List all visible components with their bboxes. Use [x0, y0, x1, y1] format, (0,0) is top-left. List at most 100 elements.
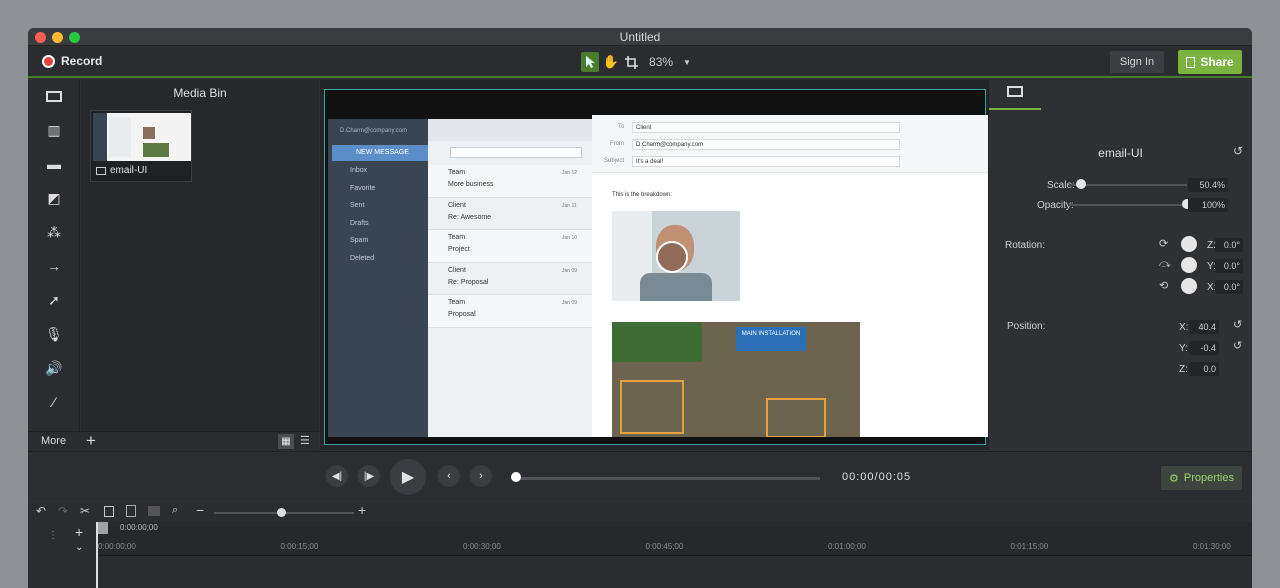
rotation-x-value[interactable]: 0.0° — [1215, 280, 1243, 294]
zoom-icon[interactable]: ⌕ — [172, 504, 178, 517]
rotate-z-icon: ⟳ — [1159, 238, 1169, 250]
visual-properties-tab[interactable] — [1007, 86, 1023, 97]
zoom-in-icon[interactable]: + — [358, 502, 366, 518]
audio-effects-tab[interactable]: 🔊 — [44, 358, 64, 378]
message-row[interactable]: Client Re: Awesome Jan 11 — [428, 197, 592, 230]
opacity-slider[interactable] — [1069, 204, 1187, 206]
microphone-icon: 🎙 — [45, 325, 63, 342]
share-button[interactable]: Share — [1178, 50, 1242, 74]
message-row[interactable]: Team Project Jan 10 — [428, 230, 592, 263]
transition-icon: ◩ — [47, 189, 61, 206]
cursor-effects-tab[interactable]: ➚ — [44, 290, 64, 310]
position-y-value[interactable]: -0.4 — [1189, 341, 1219, 355]
gear-icon: ⚙ — [1168, 472, 1179, 485]
rotation-z-dial[interactable] — [1181, 236, 1197, 252]
position-x-reset-icon[interactable]: ↺ — [1233, 318, 1242, 331]
zoom-out-icon[interactable]: − — [196, 502, 204, 518]
timeline-zoom-handle[interactable] — [277, 508, 286, 517]
rotation-x-dial[interactable] — [1181, 278, 1197, 294]
new-message-button[interactable]: NEW MESSAGE — [332, 145, 428, 161]
timeline-ruler[interactable]: 0:00:00;00 0:00:15;00 0:00:30;00 0:00:45;00… — [96, 522, 1252, 556]
arrow-cursor-icon — [586, 56, 595, 68]
grid-view-icon[interactable]: ▦ — [278, 434, 294, 449]
chevron-right-icon: › — [479, 470, 483, 482]
message-subject: More business — [448, 181, 494, 188]
add-icon[interactable]: + — [86, 431, 96, 451]
track-options-icon[interactable]: ⋮ — [48, 530, 58, 541]
message-date: Jan 10 — [562, 235, 578, 241]
split-icon[interactable] — [148, 506, 160, 516]
voice-narration-tab[interactable]: 🎙 — [44, 324, 64, 344]
scrub-bar[interactable] — [514, 477, 820, 480]
folder-item[interactable]: Deleted — [338, 255, 375, 273]
preview-stage[interactable]: D.Charm@company.com NEW MESSAGE Inbox Fav… — [324, 89, 992, 445]
scale-slider[interactable] — [1069, 184, 1187, 186]
library-tab[interactable]: ▥ — [44, 120, 64, 140]
timeline[interactable]: ⋮ + ⌄ 0:00:00;00 0:00:15;00 0:00:30;00 0:00… — [28, 522, 1252, 588]
animations-tab[interactable]: → — [44, 256, 64, 276]
subject-field[interactable]: It's a deal! — [632, 156, 900, 167]
position-x-value[interactable]: 40.4 — [1189, 320, 1219, 334]
select-tool-button[interactable] — [581, 52, 599, 72]
step-forward-button[interactable]: |▶ — [358, 465, 380, 487]
record-button[interactable]: Record — [42, 54, 102, 68]
copy-icon[interactable] — [104, 506, 114, 517]
more-button[interactable]: More — [41, 435, 66, 447]
redo-icon[interactable]: ↷ — [58, 504, 68, 518]
add-track-icon[interactable]: + — [75, 524, 83, 540]
media-item-label: email-UI — [110, 165, 148, 176]
message-row[interactable]: Client Re: Proposal Jan 09 — [428, 262, 592, 295]
to-field[interactable]: Client — [632, 122, 900, 133]
folder-item[interactable]: Spam — [338, 237, 375, 255]
list-view-icon[interactable]: ☰ — [300, 434, 310, 447]
paste-icon[interactable] — [126, 505, 136, 517]
rotation-y-value[interactable]: 0.0° — [1215, 259, 1243, 273]
rotation-z-value[interactable]: 0.0° — [1215, 238, 1243, 252]
properties-button[interactable]: ⚙ Properties — [1161, 466, 1242, 490]
crop-tool-button[interactable] — [622, 52, 640, 72]
folder-item[interactable]: Sent — [338, 202, 375, 220]
ruler-tick-label: 0:00:00;00 — [98, 542, 136, 551]
cut-icon[interactable]: ✂ — [80, 504, 90, 518]
play-button[interactable]: ▶ — [390, 459, 426, 495]
message-row[interactable]: Team Proposal Jan 09 — [428, 295, 592, 328]
opacity-value[interactable]: 100% — [1188, 198, 1228, 212]
rotation-y-dial[interactable] — [1181, 257, 1197, 273]
ruler-tick-label: 0:01:00;00 — [828, 542, 866, 551]
position-z-value[interactable]: 0.0 — [1189, 362, 1219, 376]
sign-in-button[interactable]: Sign In — [1110, 51, 1164, 73]
pan-tool-button[interactable]: ✋ — [602, 52, 620, 72]
media-item[interactable]: email-UI — [90, 110, 192, 182]
reset-icon[interactable]: ↺ — [1233, 144, 1243, 158]
scale-slider-handle[interactable] — [1075, 179, 1086, 189]
media-tab[interactable] — [44, 86, 64, 106]
from-field[interactable]: D.Charm@company.com — [632, 139, 900, 150]
annotations-tab[interactable]: ▬ — [44, 154, 64, 174]
folder-item[interactable]: Drafts — [338, 220, 375, 238]
message-row[interactable]: Team More business Jan 12 — [428, 165, 592, 198]
message-from: Team — [448, 234, 466, 241]
folder-item[interactable]: Favorite — [338, 185, 375, 203]
ruler-tick-label: 0:00:45;00 — [645, 542, 684, 551]
message-search-input[interactable] — [450, 147, 582, 158]
scrub-handle[interactable] — [511, 472, 521, 482]
record-icon — [42, 54, 55, 68]
next-marker-button[interactable]: › — [470, 465, 492, 487]
cursor-effect-icon: ➚ — [48, 291, 60, 308]
undo-icon[interactable]: ↶ — [36, 504, 46, 518]
play-icon[interactable] — [656, 241, 688, 273]
message-from: Client — [448, 266, 466, 274]
playhead[interactable] — [96, 522, 98, 588]
previous-marker-button[interactable]: ‹ — [438, 465, 460, 487]
ruler-tick-label: 0:01:30;00 — [1193, 542, 1231, 551]
behaviors-tab[interactable]: ⁂ — [44, 222, 64, 242]
behaviors-icon: ⁂ — [47, 223, 61, 240]
transitions-tab[interactable]: ◩ — [44, 188, 64, 208]
zoom-select[interactable]: 83% ▼ — [644, 52, 696, 72]
scale-value[interactable]: 50.4% — [1188, 178, 1228, 192]
step-back-button[interactable]: ◀| — [326, 465, 348, 487]
visual-effects-tab[interactable]: ⁄ — [44, 392, 64, 412]
folder-item[interactable]: Inbox — [338, 167, 375, 185]
position-y-reset-icon[interactable]: ↺ — [1233, 339, 1242, 352]
collapse-tracks-icon[interactable]: ⌄ — [75, 542, 83, 553]
